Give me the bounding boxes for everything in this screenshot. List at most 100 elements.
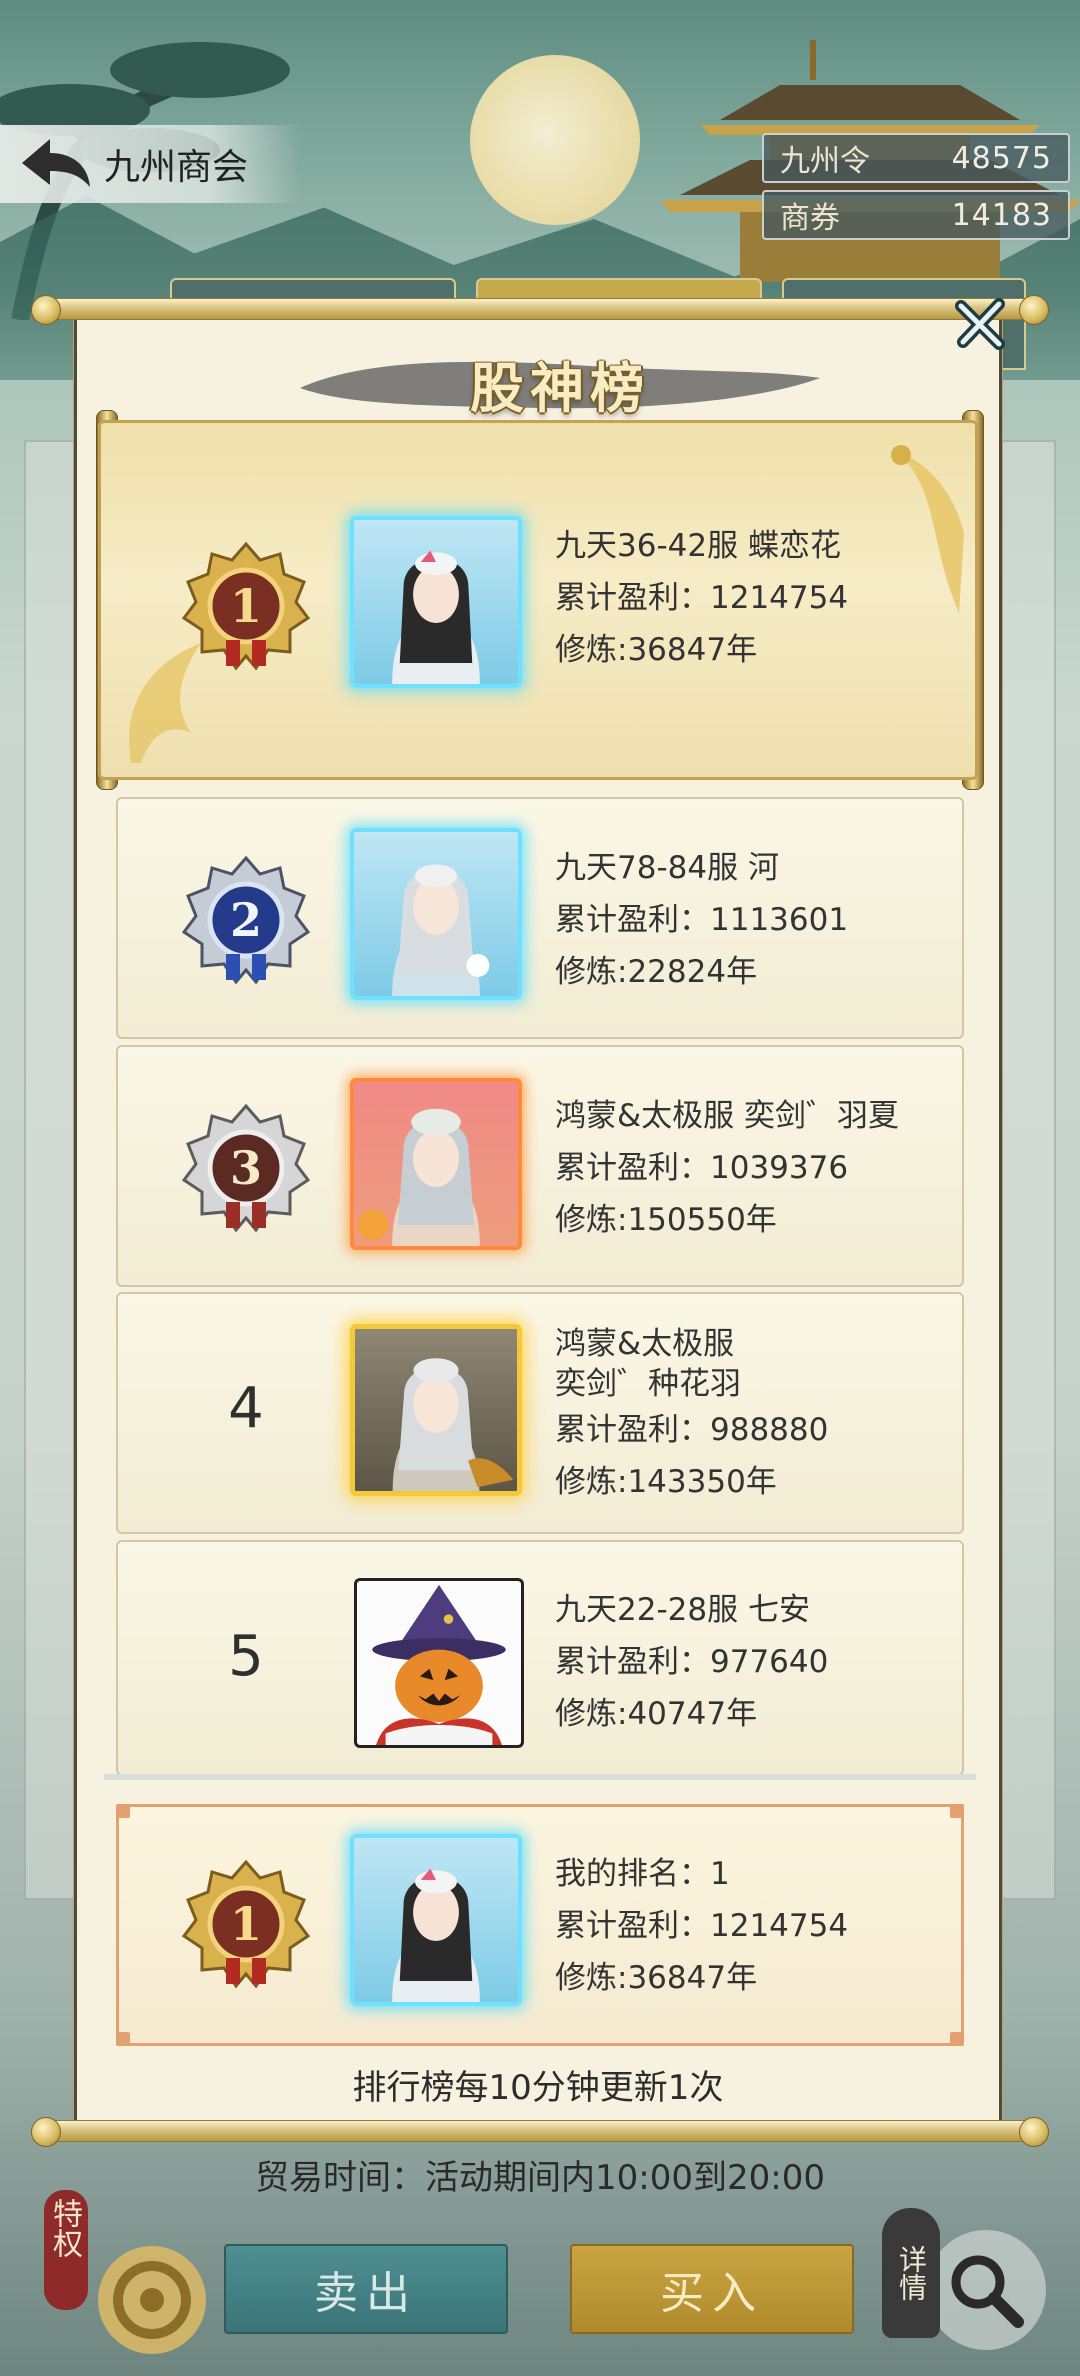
profit-line: 累计盈利：1039376 — [555, 1142, 899, 1194]
search-icon[interactable] — [944, 2248, 1028, 2332]
close-icon[interactable] — [953, 296, 1009, 352]
server-name: 九天22-28服 — [555, 1592, 739, 1628]
svg-text:2: 2 — [230, 893, 262, 947]
rank-3-info: 鸿蒙&太极服 奕剑゛羽夏 累计盈利：1039376 修炼:150550年 — [555, 1090, 899, 1246]
cultivation-value: 36847年 — [627, 632, 758, 668]
cultivation-label: 修炼: — [555, 954, 628, 990]
avatar-portrait — [392, 550, 480, 684]
close-button[interactable] — [950, 293, 1012, 355]
svg-text:3: 3 — [230, 1141, 262, 1195]
profit-label: 累计盈利： — [555, 580, 710, 616]
player-avatar[interactable] — [350, 1078, 522, 1250]
player-name: 蝶恋花 — [747, 528, 841, 564]
scroll-rod-top — [31, 295, 1049, 325]
player-avatar[interactable] — [350, 516, 522, 688]
card-corner — [950, 1804, 964, 1818]
player-name-line: 九天36-42服 蝶恋花 — [555, 520, 848, 572]
page-title: 九州商会 — [104, 147, 249, 188]
rank-2-info: 九天78-84服 河 累计盈利：1113601 修炼:22824年 — [555, 842, 848, 998]
detail-tag[interactable]: 详情 — [882, 2208, 940, 2338]
server-name: 九天78-84服 — [555, 850, 739, 886]
cultivation-value: 143350年 — [627, 1464, 777, 1500]
my-rank-label: 我的排名： — [555, 1856, 710, 1892]
currency-value: 48575 — [951, 140, 1052, 176]
buy-button[interactable]: 买入 — [570, 2244, 854, 2334]
avatar-portrait — [392, 864, 490, 996]
avatar-portrait — [392, 1868, 480, 2002]
profit-label: 累计盈利： — [555, 1412, 710, 1448]
cultivation-label: 修炼: — [555, 1202, 628, 1238]
cultivation-label: 修炼: — [555, 632, 628, 668]
silver-medal-icon: 3 — [181, 1103, 311, 1233]
currency-label: 九州令 — [780, 144, 870, 179]
my-rank-info: 我的排名：1 累计盈利：1214754 修炼:36847年 — [555, 1848, 848, 2004]
svg-text:1: 1 — [230, 579, 262, 633]
profit-value: 1214754 — [710, 1908, 849, 1944]
profit-label: 累计盈利： — [555, 1908, 710, 1944]
currency-value: 14183 — [951, 197, 1052, 233]
currency-jiuzhou-token: 九州令 48575 — [762, 133, 1070, 183]
profit-line: 累计盈利：977640 — [555, 1636, 828, 1688]
server-name: 鸿蒙&太极服 — [555, 1098, 735, 1134]
cultivation-line: 修炼:40747年 — [555, 1688, 828, 1740]
profit-value: 977640 — [710, 1644, 829, 1680]
cultivation-line: 修炼:143350年 — [555, 1456, 828, 1508]
player-name-line: 九天78-84服 河 — [555, 842, 848, 894]
avatar-portrait — [392, 1358, 514, 1491]
currency-voucher: 商券 14183 — [762, 190, 1070, 240]
back-arrow-icon[interactable] — [10, 129, 100, 199]
my-rank-value: 1 — [710, 1856, 730, 1892]
modal-title: 股神榜 — [470, 355, 650, 420]
cultivation-line: 修炼:36847年 — [555, 1952, 848, 2004]
profit-label: 累计盈利： — [555, 1150, 710, 1186]
privilege-button[interactable]: 特权 — [40, 2190, 210, 2370]
player-name: 奕剑゛种花羽 — [555, 1366, 741, 1402]
pumpkin-witch-portrait — [372, 1584, 506, 1745]
cultivation-value: 150550年 — [627, 1202, 777, 1238]
search-button[interactable] — [926, 2230, 1046, 2350]
profit-value: 988880 — [710, 1412, 829, 1448]
player-avatar[interactable] — [350, 1324, 522, 1496]
my-avatar[interactable] — [350, 1834, 522, 2006]
currency-label: 商券 — [780, 201, 840, 236]
update-note: 排行榜每10分钟更新1次 — [352, 2068, 724, 2108]
profit-value: 1113601 — [710, 902, 849, 938]
card-corner — [116, 1804, 130, 1818]
profit-value: 1039376 — [710, 1150, 849, 1186]
cultivation-value: 36847年 — [627, 1960, 758, 1996]
scroll-rod-bottom — [31, 2117, 1049, 2147]
profit-line: 累计盈利：1214754 — [555, 1900, 848, 1952]
svg-text:1: 1 — [230, 1897, 262, 1951]
cultivation-value: 22824年 — [627, 954, 758, 990]
privilege-label: 特权 — [47, 2198, 82, 2258]
back-title-bar[interactable]: 九州商会 — [0, 125, 300, 203]
player-avatar[interactable] — [354, 1578, 524, 1748]
cultivation-label: 修炼: — [555, 1464, 628, 1500]
rank-5-info: 九天22-28服 七安 累计盈利：977640 修炼:40747年 — [555, 1584, 828, 1740]
cultivation-line: 修炼:36847年 — [555, 624, 848, 676]
my-rank-line: 我的排名：1 — [555, 1848, 848, 1900]
player-name-line: 九天22-28服 七安 — [555, 1584, 828, 1636]
player-avatar[interactable] — [350, 828, 522, 1000]
card-corner — [950, 2032, 964, 2046]
gold-medal-icon: 1 — [181, 1859, 311, 1989]
server-name: 九天36-42服 — [555, 528, 739, 564]
player-name-line: 鸿蒙&太极服 奕剑゛羽夏 — [555, 1090, 899, 1142]
player-name: 奕剑゛羽夏 — [744, 1098, 900, 1134]
modal-title-banner: 股神榜 — [290, 338, 830, 428]
profit-label: 累计盈利： — [555, 1644, 710, 1680]
rank-number: 4 — [228, 1376, 264, 1441]
cultivation-label: 修炼: — [555, 1696, 628, 1732]
profit-line: 累计盈利：1214754 — [555, 572, 848, 624]
player-name: 河 — [747, 850, 779, 886]
sell-button[interactable]: 卖出 — [224, 2244, 508, 2334]
card-corner — [116, 2032, 130, 2046]
server-name: 鸿蒙&太极服 — [555, 1326, 735, 1362]
rank-4-info: 鸿蒙&太极服 奕剑゛种花羽 累计盈利：988880 修炼:143350年 — [555, 1318, 828, 1508]
profit-line: 累计盈利：988880 — [555, 1404, 828, 1456]
profit-value: 1214754 — [710, 580, 849, 616]
player-name: 七安 — [747, 1592, 810, 1628]
list-divider — [104, 1774, 976, 1780]
gold-medal-icon: 1 — [181, 541, 311, 671]
cultivation-label: 修炼: — [555, 1960, 628, 1996]
